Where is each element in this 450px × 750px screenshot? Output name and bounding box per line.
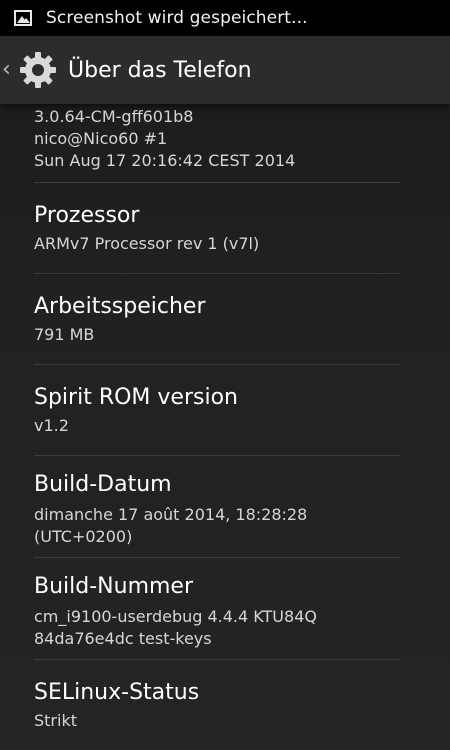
processor-value: ARMv7 Processor rev 1 (v7l) (34, 234, 260, 253)
build-keys-line: 84da76e4dc test-keys (34, 629, 212, 648)
build-date-item[interactable]: Build-Datum dimanche 17 août 2014, 18:28… (34, 456, 400, 558)
kernel-version-line: 3.0.64-CM-gff601b8 (34, 107, 194, 126)
build-date-timezone-line: (UTC+0200) (34, 527, 133, 546)
build-number-line: cm_i9100-userdebug 4.4.4 KTU84Q (34, 607, 317, 626)
action-bar[interactable]: ‹ Über das Telefon (0, 36, 450, 104)
build-number-item[interactable]: Build-Nummer cm_i9100-userdebug 4.4.4 KT… (34, 558, 400, 660)
kernel-build-user-line: nico@Nico60 #1 (34, 129, 168, 148)
gear-icon[interactable] (18, 50, 58, 90)
rom-version-value: v1.2 (34, 416, 69, 435)
kernel-version-item[interactable]: 3.0.64-CM-gff601b8 nico@Nico60 #1 Sun Au… (34, 104, 400, 183)
rom-version-title: Spirit ROM version (34, 385, 238, 410)
memory-item[interactable]: Arbeitsspeicher 791 MB (34, 274, 400, 365)
image-icon (14, 10, 32, 26)
about-phone-list: 3.0.64-CM-gff601b8 nico@Nico60 #1 Sun Au… (0, 104, 450, 750)
screen: Screenshot wird gespeichert... ‹ Über da… (0, 0, 450, 750)
processor-title: Prozessor (34, 203, 140, 228)
processor-item[interactable]: Prozessor ARMv7 Processor rev 1 (v7l) (34, 183, 400, 274)
rom-version-item[interactable]: Spirit ROM version v1.2 (34, 365, 400, 456)
memory-value: 791 MB (34, 325, 95, 344)
status-notification-text: Screenshot wird gespeichert... (46, 8, 308, 28)
selinux-status-value: Strikt (34, 711, 77, 730)
status-bar: Screenshot wird gespeichert... (0, 0, 450, 36)
build-number-title: Build-Nummer (34, 574, 194, 599)
build-date-line: dimanche 17 août 2014, 18:28:28 (34, 505, 308, 524)
selinux-status-item[interactable]: SELinux-Status Strikt (34, 660, 400, 750)
selinux-status-title: SELinux-Status (34, 680, 200, 705)
kernel-build-date-line: Sun Aug 17 20:16:42 CEST 2014 (34, 151, 296, 170)
memory-title: Arbeitsspeicher (34, 294, 206, 319)
build-date-title: Build-Datum (34, 472, 172, 497)
chevron-left-icon[interactable]: ‹ (2, 59, 14, 81)
page-title: Über das Telefon (68, 57, 252, 83)
